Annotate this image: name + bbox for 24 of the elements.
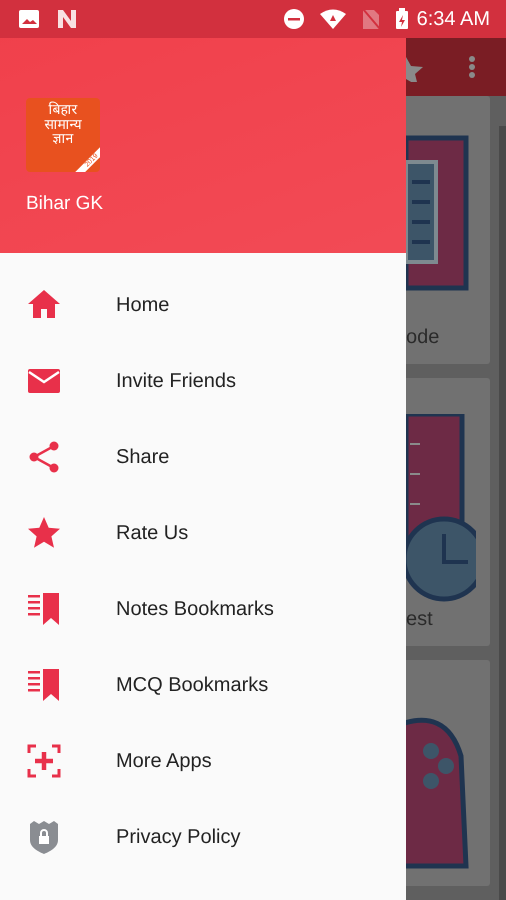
- app-name: Bihar GK: [26, 192, 104, 216]
- menu-item[interactable]: More Apps: [0, 723, 406, 799]
- more-options-icon: [468, 55, 476, 79]
- bookmark-list-icon: [26, 591, 62, 627]
- menu-item[interactable]: Rate Us: [0, 495, 406, 571]
- add-square-icon: [26, 743, 62, 779]
- menu-item[interactable]: MCQ Bookmarks: [0, 647, 406, 723]
- image-icon: [18, 9, 40, 29]
- menu-item[interactable]: Notes Bookmarks: [0, 571, 406, 647]
- card-title: ode: [406, 325, 440, 350]
- card-title: est: [406, 607, 434, 632]
- status-time: 6:34 AM: [416, 7, 490, 32]
- menu-item[interactable]: Share: [0, 419, 406, 495]
- menu-item[interactable]: Invite Friends: [0, 343, 406, 419]
- menu-item[interactable]: Privacy Policy: [0, 799, 406, 875]
- sim-card-icon: [360, 8, 381, 30]
- logo-text: बिहार: [48, 102, 78, 117]
- do-not-disturb-icon: [282, 8, 305, 30]
- battery-icon: [394, 8, 409, 30]
- wifi-icon: [318, 8, 347, 30]
- menu-item[interactable]: Home: [0, 267, 406, 343]
- logo-text: सामान्य: [44, 116, 83, 132]
- logo-text: ज्ञान: [52, 131, 74, 146]
- bookmark-list-icon: [26, 667, 62, 703]
